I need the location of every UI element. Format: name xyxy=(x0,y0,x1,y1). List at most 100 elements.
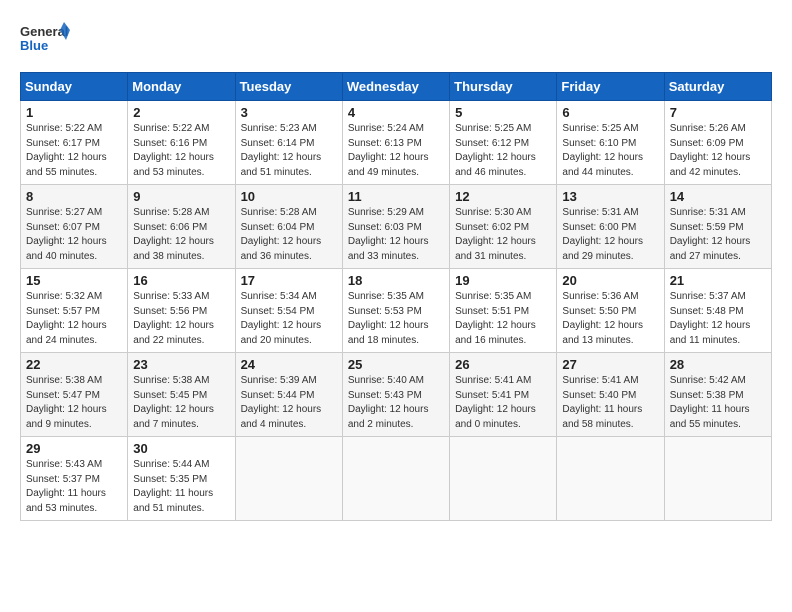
day-number: 30 xyxy=(133,441,229,456)
day-cell-4: 4Sunrise: 5:24 AMSunset: 6:13 PMDaylight… xyxy=(342,101,449,185)
day-cell-25: 25 Sunrise: 5:40 AMSunset: 5:43 PMDayligh… xyxy=(342,353,449,437)
day-info: Sunrise: 5:41 AMSunset: 5:40 PMDaylight:… xyxy=(562,374,658,432)
day-number: 8 xyxy=(26,189,122,204)
day-cell-23: 23 Sunrise: 5:38 AMSunset: 5:45 PMDayligh… xyxy=(128,353,235,437)
empty-cell xyxy=(450,437,557,521)
day-info: Sunrise: 5:36 AMSunset: 5:50 PMDaylight:… xyxy=(562,290,658,348)
header-thursday: Thursday xyxy=(450,73,557,101)
logo: General Blue xyxy=(20,20,70,62)
header-monday: Monday xyxy=(128,73,235,101)
page-header: General Blue xyxy=(20,20,772,62)
day-number: 4 xyxy=(348,105,444,120)
day-number: 7 xyxy=(670,105,766,120)
day-number: 15 xyxy=(26,273,122,288)
calendar-table: SundayMondayTuesdayWednesdayThursdayFrid… xyxy=(20,72,772,521)
header-sunday: Sunday xyxy=(21,73,128,101)
day-cell-9: 9 Sunrise: 5:28 AMSunset: 6:06 PMDaylight… xyxy=(128,185,235,269)
day-info: Sunrise: 5:29 AMSunset: 6:03 PMDaylight:… xyxy=(348,206,444,264)
logo-svg: General Blue xyxy=(20,20,70,62)
day-number: 25 xyxy=(348,357,444,372)
day-number: 21 xyxy=(670,273,766,288)
day-info: Sunrise: 5:31 AMSunset: 5:59 PMDaylight:… xyxy=(670,206,766,264)
week-row-4: 22Sunrise: 5:38 AMSunset: 5:47 PMDayligh… xyxy=(21,353,772,437)
day-number: 11 xyxy=(348,189,444,204)
day-number: 10 xyxy=(241,189,337,204)
day-cell-26: 26 Sunrise: 5:41 AMSunset: 5:41 PMDayligh… xyxy=(450,353,557,437)
day-number: 6 xyxy=(562,105,658,120)
day-info: Sunrise: 5:40 AMSunset: 5:43 PMDaylight:… xyxy=(348,374,444,432)
day-info: Sunrise: 5:44 AMSunset: 5:35 PMDaylight:… xyxy=(133,458,229,516)
day-info: Sunrise: 5:27 AMSunset: 6:07 PMDaylight:… xyxy=(26,206,122,264)
day-number: 13 xyxy=(562,189,658,204)
day-number: 2 xyxy=(133,105,229,120)
day-cell-18: 18Sunrise: 5:35 AMSunset: 5:53 PMDayligh… xyxy=(342,269,449,353)
day-number: 23 xyxy=(133,357,229,372)
day-number: 3 xyxy=(241,105,337,120)
day-info: Sunrise: 5:37 AMSunset: 5:48 PMDaylight:… xyxy=(670,290,766,348)
day-info: Sunrise: 5:22 AMSunset: 6:16 PMDaylight:… xyxy=(133,122,229,180)
day-number: 20 xyxy=(562,273,658,288)
day-cell-6: 6 Sunrise: 5:25 AMSunset: 6:10 PMDaylight… xyxy=(557,101,664,185)
day-info: Sunrise: 5:42 AMSunset: 5:38 PMDaylight:… xyxy=(670,374,766,432)
day-info: Sunrise: 5:34 AMSunset: 5:54 PMDaylight:… xyxy=(241,290,337,348)
empty-cell xyxy=(557,437,664,521)
day-cell-14: 14 Sunrise: 5:31 AMSunset: 5:59 PMDayligh… xyxy=(664,185,771,269)
day-number: 28 xyxy=(670,357,766,372)
day-info: Sunrise: 5:25 AMSunset: 6:10 PMDaylight:… xyxy=(562,122,658,180)
day-cell-3: 3 Sunrise: 5:23 AMSunset: 6:14 PMDaylight… xyxy=(235,101,342,185)
week-row-5: 29Sunrise: 5:43 AMSunset: 5:37 PMDayligh… xyxy=(21,437,772,521)
day-cell-5: 5 Sunrise: 5:25 AMSunset: 6:12 PMDaylight… xyxy=(450,101,557,185)
day-info: Sunrise: 5:43 AMSunset: 5:37 PMDaylight:… xyxy=(26,458,122,516)
day-number: 26 xyxy=(455,357,551,372)
day-info: Sunrise: 5:26 AMSunset: 6:09 PMDaylight:… xyxy=(670,122,766,180)
day-cell-17: 17 Sunrise: 5:34 AMSunset: 5:54 PMDayligh… xyxy=(235,269,342,353)
day-info: Sunrise: 5:38 AMSunset: 5:45 PMDaylight:… xyxy=(133,374,229,432)
day-info: Sunrise: 5:25 AMSunset: 6:12 PMDaylight:… xyxy=(455,122,551,180)
day-cell-12: 12 Sunrise: 5:30 AMSunset: 6:02 PMDayligh… xyxy=(450,185,557,269)
day-number: 17 xyxy=(241,273,337,288)
day-cell-21: 21 Sunrise: 5:37 AMSunset: 5:48 PMDayligh… xyxy=(664,269,771,353)
day-info: Sunrise: 5:22 AMSunset: 6:17 PMDaylight:… xyxy=(26,122,122,180)
header-wednesday: Wednesday xyxy=(342,73,449,101)
day-number: 18 xyxy=(348,273,444,288)
day-info: Sunrise: 5:28 AMSunset: 6:04 PMDaylight:… xyxy=(241,206,337,264)
svg-text:Blue: Blue xyxy=(20,38,48,53)
day-info: Sunrise: 5:32 AMSunset: 5:57 PMDaylight:… xyxy=(26,290,122,348)
week-row-1: 1 Sunrise: 5:22 AMSunset: 6:17 PMDaylight… xyxy=(21,101,772,185)
day-number: 27 xyxy=(562,357,658,372)
day-info: Sunrise: 5:28 AMSunset: 6:06 PMDaylight:… xyxy=(133,206,229,264)
day-number: 14 xyxy=(670,189,766,204)
week-row-2: 8 Sunrise: 5:27 AMSunset: 6:07 PMDaylight… xyxy=(21,185,772,269)
day-cell-13: 13 Sunrise: 5:31 AMSunset: 6:00 PMDayligh… xyxy=(557,185,664,269)
day-cell-2: 2 Sunrise: 5:22 AMSunset: 6:16 PMDaylight… xyxy=(128,101,235,185)
day-cell-28: 28 Sunrise: 5:42 AMSunset: 5:38 PMDayligh… xyxy=(664,353,771,437)
day-cell-30: 30 Sunrise: 5:44 AMSunset: 5:35 PMDayligh… xyxy=(128,437,235,521)
day-cell-11: 11 Sunrise: 5:29 AMSunset: 6:03 PMDayligh… xyxy=(342,185,449,269)
weekday-header-row: SundayMondayTuesdayWednesdayThursdayFrid… xyxy=(21,73,772,101)
day-info: Sunrise: 5:35 AMSunset: 5:51 PMDaylight:… xyxy=(455,290,551,348)
day-info: Sunrise: 5:30 AMSunset: 6:02 PMDaylight:… xyxy=(455,206,551,264)
day-cell-19: 19 Sunrise: 5:35 AMSunset: 5:51 PMDayligh… xyxy=(450,269,557,353)
day-cell-29: 29Sunrise: 5:43 AMSunset: 5:37 PMDayligh… xyxy=(21,437,128,521)
day-cell-27: 27 Sunrise: 5:41 AMSunset: 5:40 PMDayligh… xyxy=(557,353,664,437)
day-cell-8: 8 Sunrise: 5:27 AMSunset: 6:07 PMDaylight… xyxy=(21,185,128,269)
day-info: Sunrise: 5:23 AMSunset: 6:14 PMDaylight:… xyxy=(241,122,337,180)
day-number: 19 xyxy=(455,273,551,288)
day-info: Sunrise: 5:41 AMSunset: 5:41 PMDaylight:… xyxy=(455,374,551,432)
day-cell-10: 10 Sunrise: 5:28 AMSunset: 6:04 PMDayligh… xyxy=(235,185,342,269)
week-row-3: 15 Sunrise: 5:32 AMSunset: 5:57 PMDayligh… xyxy=(21,269,772,353)
header-friday: Friday xyxy=(557,73,664,101)
day-number: 24 xyxy=(241,357,337,372)
day-cell-7: 7 Sunrise: 5:26 AMSunset: 6:09 PMDaylight… xyxy=(664,101,771,185)
empty-cell xyxy=(664,437,771,521)
day-info: Sunrise: 5:33 AMSunset: 5:56 PMDaylight:… xyxy=(133,290,229,348)
day-number: 1 xyxy=(26,105,122,120)
day-number: 16 xyxy=(133,273,229,288)
day-cell-24: 24Sunrise: 5:39 AMSunset: 5:44 PMDayligh… xyxy=(235,353,342,437)
day-number: 9 xyxy=(133,189,229,204)
day-cell-15: 15 Sunrise: 5:32 AMSunset: 5:57 PMDayligh… xyxy=(21,269,128,353)
day-info: Sunrise: 5:31 AMSunset: 6:00 PMDaylight:… xyxy=(562,206,658,264)
header-tuesday: Tuesday xyxy=(235,73,342,101)
day-number: 5 xyxy=(455,105,551,120)
day-number: 12 xyxy=(455,189,551,204)
